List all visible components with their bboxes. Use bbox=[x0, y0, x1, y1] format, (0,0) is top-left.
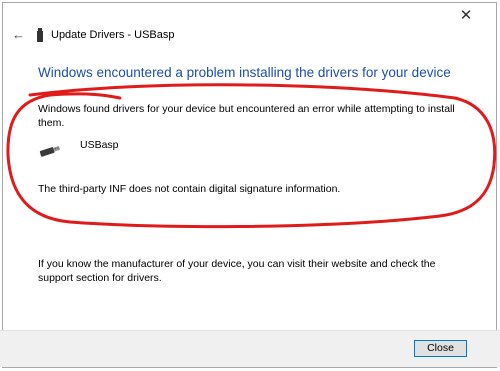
window-title: Update Drivers - USBasp bbox=[51, 29, 175, 41]
error-message: Windows found drivers for your device bu… bbox=[38, 103, 455, 129]
back-arrow-icon[interactable]: ← bbox=[12, 28, 26, 42]
manufacturer-info: If you know the manufacturer of your dev… bbox=[38, 258, 436, 284]
error-detail: The third-party INF does not contain dig… bbox=[38, 183, 341, 195]
usb-device-icon bbox=[39, 146, 61, 157]
device-name: USBasp bbox=[80, 139, 119, 151]
page-heading: Windows encountered a problem installing… bbox=[38, 65, 451, 80]
usb-drive-title-icon bbox=[37, 28, 43, 42]
close-button[interactable]: Close bbox=[414, 340, 467, 357]
window-close-icon[interactable]: ✕ bbox=[458, 8, 474, 24]
